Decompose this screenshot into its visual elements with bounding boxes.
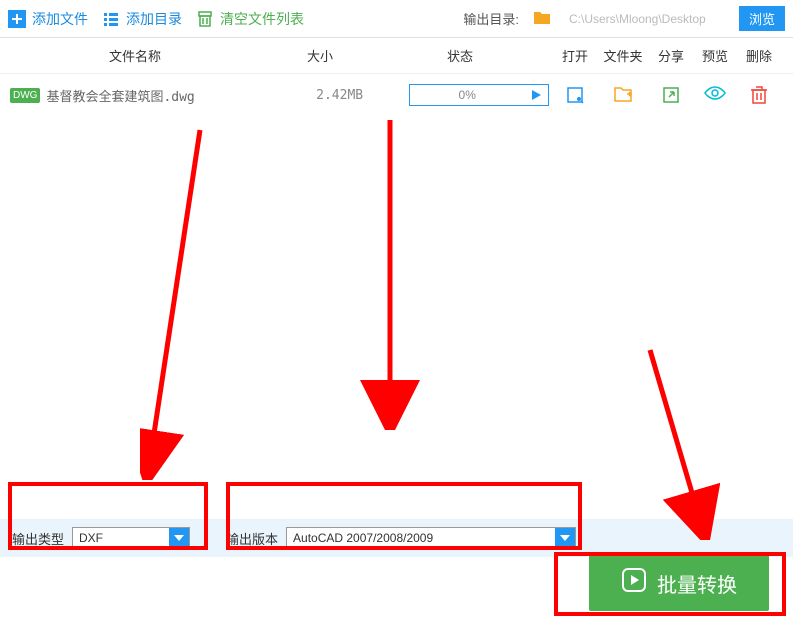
open-file-icon[interactable] [559,85,591,105]
play-circle-icon [621,567,647,599]
table-header: 文件名称 大小 状态 打开 文件夹 分享 预览 删除 [0,38,793,74]
output-version-value: AutoCAD 2007/2008/2009 [287,531,555,545]
header-size: 大小 [260,46,380,65]
bottom-bar: 输出类型 DXF 输出版本 AutoCAD 2007/2008/2009 [0,519,793,557]
output-type-value: DXF [73,531,169,545]
list-icon [102,10,120,28]
header-folder: 文件夹 [603,46,643,65]
output-path: C:\Users\Mloong\Desktop [565,10,725,28]
file-name: 基督教会全套建筑图.dwg [46,86,279,105]
batch-convert-button[interactable]: 批量转换 [589,555,769,611]
header-status: 状态 [380,46,540,65]
output-type-select[interactable]: DXF [72,527,190,549]
browse-button[interactable]: 浏览 [739,6,785,31]
chevron-down-icon [169,528,189,548]
clear-icon [196,10,214,28]
clear-list-label: 清空文件列表 [220,9,304,29]
output-version-select[interactable]: AutoCAD 2007/2008/2009 [286,527,576,549]
output-version-label: 输出版本 [226,529,278,548]
file-size: 2.42MB [280,88,400,103]
header-share: 分享 [655,46,687,65]
convert-button-label: 批量转换 [657,569,737,598]
annotation-arrow [640,340,720,540]
chevron-down-icon [555,528,575,548]
progress-text: 0% [410,88,524,102]
play-icon [524,89,548,101]
open-folder-icon[interactable] [603,85,643,105]
add-file-button[interactable]: 添加文件 [8,9,88,29]
folder-icon [533,10,551,28]
progress-bar[interactable]: 0% [409,84,549,106]
header-delete: 删除 [743,46,775,65]
annotation-arrow [360,110,420,430]
preview-icon[interactable] [699,85,731,105]
plus-icon [8,10,26,28]
add-file-label: 添加文件 [32,9,88,29]
delete-icon[interactable] [743,85,775,105]
header-name: 文件名称 [10,46,260,65]
clear-list-button[interactable]: 清空文件列表 [196,9,304,29]
header-open: 打开 [559,46,591,65]
output-type-label: 输出类型 [12,529,64,548]
share-icon[interactable] [655,85,687,105]
file-row: DWG 基督教会全套建筑图.dwg 2.42MB 0% [0,74,793,116]
add-folder-button[interactable]: 添加目录 [102,9,182,29]
annotation-arrow [140,120,220,480]
header-preview: 预览 [699,46,731,65]
output-dir-label: 输出目录: [463,9,519,28]
file-type-badge: DWG [10,88,40,103]
add-folder-label: 添加目录 [126,9,182,29]
